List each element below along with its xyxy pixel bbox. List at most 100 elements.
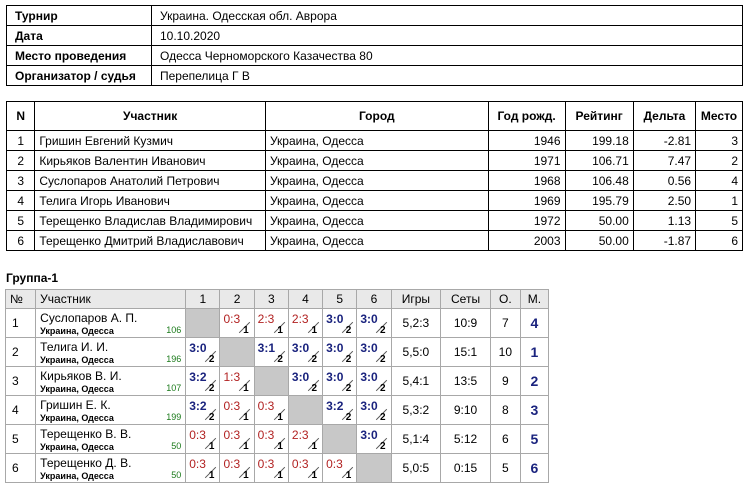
info-row: Дата 10.10.2020 xyxy=(6,25,743,46)
match-score: 0:3 xyxy=(291,457,309,471)
cross-header: Игры xyxy=(390,289,442,309)
participant-cell: 5 xyxy=(5,210,36,231)
player-city: Украина, Одесса xyxy=(40,471,114,481)
diagonal-cell xyxy=(287,395,324,425)
player-name: Кирьяков В. И. xyxy=(40,369,122,383)
group-row: 4 Гришин Е. К. Украина, Одесса 199 3:2 2 0:3 1 0… xyxy=(4,395,550,425)
cross-header: № xyxy=(4,289,37,309)
participant-cell: 50.00 xyxy=(564,230,634,251)
participants-header: Год рожд. xyxy=(487,101,566,131)
match-points: 2 xyxy=(345,412,352,423)
place-cell: 6 xyxy=(519,453,550,483)
player-name: Терещенко Д. В. xyxy=(40,456,132,470)
player-rating: 106 xyxy=(166,325,182,335)
player-rating: 199 xyxy=(166,412,182,422)
player-rating: 107 xyxy=(166,383,182,393)
match-cell: 0:3 1 xyxy=(253,453,289,483)
group-player: Терещенко Д. В. Украина, Одесса 50 xyxy=(35,453,187,483)
points-cell: 6 xyxy=(489,424,521,454)
match-cell: 2:3 1 xyxy=(253,308,289,338)
match-score: 3:0 xyxy=(326,312,344,326)
group-row-number: 2 xyxy=(4,337,37,367)
diagonal-cell xyxy=(219,337,255,367)
participant-cell: 1.13 xyxy=(632,210,697,231)
match-cell: 0:3 1 xyxy=(287,453,324,483)
group-row-number: 6 xyxy=(4,453,37,483)
participants-header: Дельта xyxy=(632,101,697,131)
match-score: 3:2 xyxy=(189,370,207,384)
match-score: 0:3 xyxy=(326,457,343,471)
group-player: Телига И. И. Украина, Одесса 196 xyxy=(35,337,187,367)
match-score: 3:2 xyxy=(189,399,207,413)
group-row: 6 Терещенко Д. В. Украина, Одесса 50 0:3 1 0:3… xyxy=(4,453,550,483)
match-points: 2 xyxy=(345,383,352,394)
participant-row: 6 Терещенко Дмитрий Владиславович Украина,… xyxy=(5,230,743,251)
participant-cell: 4 xyxy=(5,190,36,211)
match-score: 3:0 xyxy=(326,341,344,355)
games-cell: 5,4:1 xyxy=(390,366,442,396)
player-city: Украина, Одесса xyxy=(40,442,114,452)
group-title: Группа-1 xyxy=(6,271,59,285)
match-points: 1 xyxy=(277,412,283,423)
match-cell: 1:3 1 xyxy=(219,366,255,396)
player-name: Суслопаров А. П. xyxy=(40,311,138,325)
match-cell: 0:3 1 xyxy=(253,424,289,454)
participant-cell: 1 xyxy=(5,130,36,151)
info-label: Дата xyxy=(6,25,152,46)
match-cell: 0:3 1 xyxy=(253,395,289,425)
match-points: 1 xyxy=(208,470,215,481)
match-points: 2 xyxy=(379,441,386,452)
player-rating: 196 xyxy=(166,354,182,364)
participant-cell: 1971 xyxy=(487,150,566,171)
participant-cell: Суслопаров Анатолий Петрович xyxy=(34,170,266,191)
participant-cell: 106.48 xyxy=(564,170,634,191)
match-score: 0:3 xyxy=(223,312,241,326)
place-cell: 2 xyxy=(519,366,550,396)
participant-row: 1 Гришин Евгений Кузмич Украина, Одесса 194… xyxy=(5,130,743,151)
participant-cell: 2.50 xyxy=(632,190,697,211)
participant-cell: 3 xyxy=(695,130,743,151)
player-name: Гришин Е. К. xyxy=(40,398,111,412)
match-cell: 3:2 2 xyxy=(185,366,221,396)
match-score: 3:2 xyxy=(326,399,344,413)
participant-cell: 106.71 xyxy=(564,150,634,171)
info-value: Украина. Одесская обл. Аврора xyxy=(151,5,743,26)
player-city: Украина, Одесса xyxy=(40,326,114,336)
info-label: Место проведения xyxy=(6,45,152,66)
points-cell: 5 xyxy=(489,453,521,483)
cross-header: 5 xyxy=(322,289,358,309)
match-score: 3:0 xyxy=(189,341,207,355)
match-score: 3:0 xyxy=(360,370,378,384)
match-cell: 0:3 1 xyxy=(219,424,255,454)
group-row-number: 5 xyxy=(4,424,37,454)
group-row-number: 3 xyxy=(4,366,37,396)
match-points: 1 xyxy=(311,470,318,481)
participant-cell: Кирьяков Валентин Иванович xyxy=(34,150,266,171)
match-cell: 3:2 2 xyxy=(185,395,221,425)
participant-cell: 6 xyxy=(5,230,36,251)
participant-cell: Украина, Одесса xyxy=(264,150,489,171)
group-row-number: 1 xyxy=(4,308,37,338)
match-cell: 3:0 2 xyxy=(356,395,392,425)
player-name: Телига И. И. xyxy=(40,340,109,354)
participant-cell: -2.81 xyxy=(632,130,697,151)
info-row: Место проведения Одесса Черноморского Каз… xyxy=(6,45,743,66)
match-points: 1 xyxy=(243,325,249,336)
player-city: Украина, Одесса xyxy=(40,413,114,423)
match-points: 2 xyxy=(379,325,386,336)
match-points: 2 xyxy=(208,354,215,365)
match-points: 1 xyxy=(345,470,352,481)
player-city: Украина, Одесса xyxy=(40,355,114,365)
player-name: Терещенко В. В. xyxy=(40,427,132,441)
player-rating: 50 xyxy=(171,441,182,451)
participants-header: Место xyxy=(695,101,743,131)
match-points: 2 xyxy=(208,383,215,394)
match-cell: 3:0 2 xyxy=(356,424,392,454)
sets-cell: 10:9 xyxy=(440,308,491,338)
diagonal-cell xyxy=(322,424,358,454)
participant-cell: Украина, Одесса xyxy=(264,190,489,211)
participant-cell: 1968 xyxy=(487,170,566,191)
participant-row: 5 Терещенко Владислав Владимирович Украина… xyxy=(5,210,743,231)
group-row: 2 Телига И. И. Украина, Одесса 196 3:0 2 3:1 2 3… xyxy=(4,337,550,367)
match-score: 0:3 xyxy=(189,428,206,442)
